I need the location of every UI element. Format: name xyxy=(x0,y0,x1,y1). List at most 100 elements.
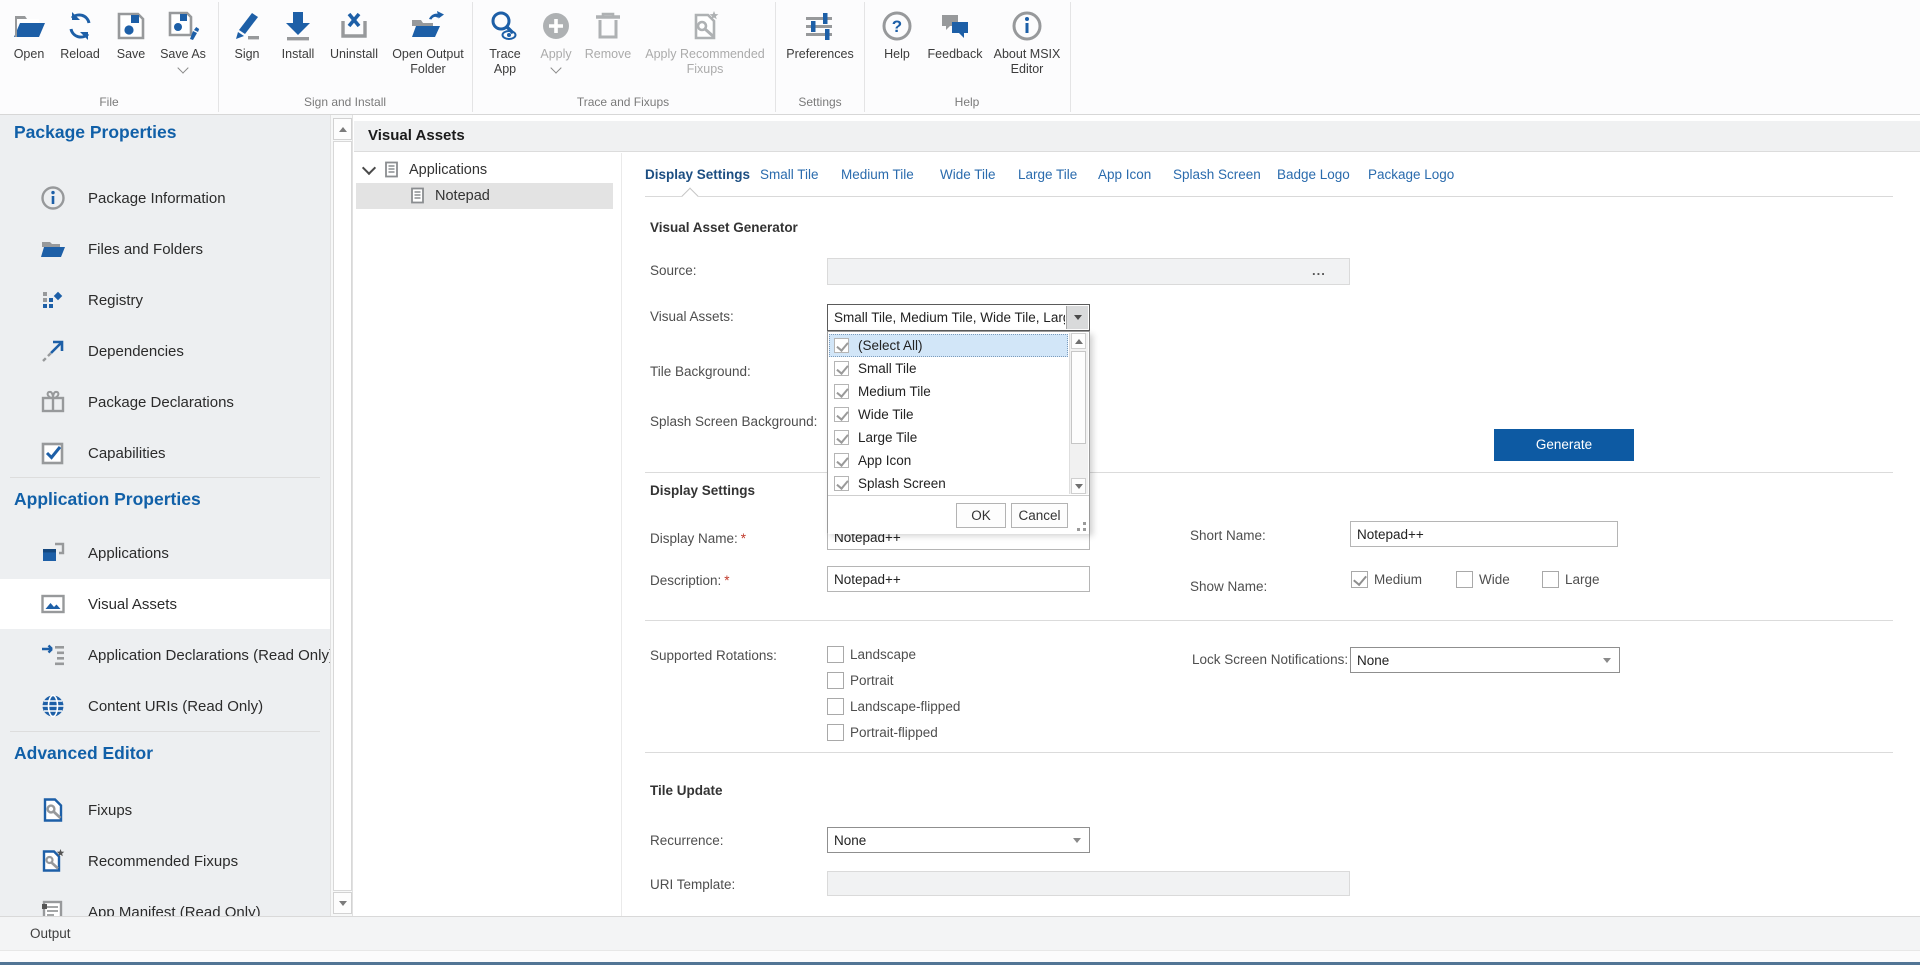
show-name-wide-label: Wide xyxy=(1479,571,1510,588)
tree-node-notepad[interactable]: Notepad xyxy=(356,183,613,209)
dropdown-item-small-tile[interactable]: Small Tile xyxy=(829,357,1068,380)
apply-button[interactable]: Apply xyxy=(533,5,579,72)
dropdown-item-app-icon[interactable]: App Icon xyxy=(829,449,1068,472)
medium-tile-checkbox[interactable] xyxy=(834,384,849,399)
uninstall-icon xyxy=(338,5,370,47)
dropdown-scrollbar[interactable] xyxy=(1069,333,1088,494)
remove-button[interactable]: Remove xyxy=(579,5,637,62)
scroll-down-button[interactable] xyxy=(333,892,352,914)
lock-screen-notifications-dropdown[interactable]: None xyxy=(1350,647,1620,673)
info-circle-icon xyxy=(40,185,66,211)
app-icon-checkbox[interactable] xyxy=(834,453,849,468)
description-input[interactable] xyxy=(827,566,1090,592)
preferences-button[interactable]: Preferences xyxy=(779,5,861,62)
wide-tile-checkbox[interactable] xyxy=(834,407,849,422)
large-tile-checkbox[interactable] xyxy=(834,430,849,445)
tree-expand-icon[interactable] xyxy=(362,161,376,175)
short-name-input[interactable] xyxy=(1350,521,1618,547)
visual-assets-combo[interactable]: Small Tile, Medium Tile, Wide Tile, Larg… xyxy=(827,304,1090,331)
recurrence-value: None xyxy=(834,833,1073,848)
tab-medium-tile[interactable]: Medium Tile xyxy=(841,167,914,182)
dropdown-item-select-all[interactable]: (Select All) xyxy=(829,334,1068,357)
reload-button[interactable]: Reload xyxy=(53,5,107,62)
open-label: Open xyxy=(14,47,45,62)
tab-app-icon[interactable]: App Icon xyxy=(1098,167,1151,182)
preferences-label: Preferences xyxy=(786,47,853,62)
tab-small-tile[interactable]: Small Tile xyxy=(760,167,819,182)
rotation-landscape-flipped-checkbox[interactable] xyxy=(827,698,844,715)
sidebar-item-label: Files and Folders xyxy=(88,241,203,258)
scrollbar-thumb[interactable] xyxy=(1071,351,1086,444)
sign-button[interactable]: Sign xyxy=(221,5,273,62)
open-output-folder-icon xyxy=(410,5,446,47)
uri-template-input[interactable] xyxy=(827,871,1350,896)
tab-splash-screen[interactable]: Splash Screen xyxy=(1173,167,1261,182)
source-input[interactable] xyxy=(827,258,1350,285)
sidebar-item-files-and-folders[interactable]: Files and Folders xyxy=(0,224,330,274)
tab-large-tile[interactable]: Large Tile xyxy=(1018,167,1077,182)
tile-update-heading: Tile Update xyxy=(650,783,723,798)
sidebar-item-content-uris[interactable]: Content URIs (Read Only) xyxy=(0,681,330,731)
scroll-up-button[interactable] xyxy=(333,118,352,140)
dropdown-item-medium-tile[interactable]: Medium Tile xyxy=(829,380,1068,403)
tab-display-settings[interactable]: Display Settings xyxy=(645,167,750,182)
tree-node-applications[interactable]: Applications xyxy=(364,157,487,183)
sidebar-item-package-information[interactable]: Package Information xyxy=(0,173,330,223)
feedback-button[interactable]: Feedback xyxy=(923,5,987,62)
sidebar-item-app-manifest[interactable]: App Manifest (Read Only) xyxy=(0,887,330,916)
scroll-up-icon xyxy=(1075,339,1083,344)
sidebar-item-applications[interactable]: Applications xyxy=(0,528,330,578)
dropdown-item-large-tile[interactable]: Large Tile xyxy=(829,426,1068,449)
section-heading-application-properties: Application Properties xyxy=(14,489,201,510)
show-name-large-checkbox[interactable] xyxy=(1542,571,1559,588)
sidebar-item-dependencies[interactable]: Dependencies xyxy=(0,326,330,376)
scroll-down-button[interactable] xyxy=(1071,478,1086,494)
recurrence-dropdown[interactable]: None xyxy=(827,827,1090,853)
save-as-button[interactable]: Save As xyxy=(151,5,215,72)
scrollbar-thumb[interactable] xyxy=(333,141,352,891)
apply-recommended-fixups-button[interactable]: Apply Recommended Fixups xyxy=(639,5,771,77)
ok-button[interactable]: OK xyxy=(956,503,1006,528)
sidebar-item-recommended-fixups[interactable]: Recommended Fixups xyxy=(0,836,330,886)
save-button[interactable]: Save xyxy=(107,5,155,62)
rotation-portrait-checkbox[interactable] xyxy=(827,672,844,689)
preferences-sliders-icon xyxy=(803,5,837,47)
select-all-checkbox[interactable] xyxy=(834,338,849,353)
resize-grip[interactable] xyxy=(1083,528,1086,531)
show-name-wide-checkbox[interactable] xyxy=(1456,571,1473,588)
help-button[interactable]: ? Help xyxy=(869,5,925,62)
rotation-portrait-flipped-checkbox[interactable] xyxy=(827,724,844,741)
uninstall-button[interactable]: Uninstall xyxy=(323,5,385,62)
dropdown-item-wide-tile[interactable]: Wide Tile xyxy=(829,403,1068,426)
generate-button[interactable]: Generate xyxy=(1494,429,1634,461)
sidebar-item-capabilities[interactable]: Capabilities xyxy=(0,428,330,478)
show-name-medium-checkbox[interactable] xyxy=(1351,571,1368,588)
rotation-landscape-checkbox[interactable] xyxy=(827,646,844,663)
tab-badge-logo[interactable]: Badge Logo xyxy=(1277,167,1350,182)
about-msix-editor-button[interactable]: About MSIX Editor xyxy=(985,5,1069,77)
sidebar-item-registry[interactable]: Registry xyxy=(0,275,330,325)
sidebar-item-package-declarations[interactable]: Package Declarations xyxy=(0,377,330,427)
tab-package-logo[interactable]: Package Logo xyxy=(1368,167,1454,182)
browse-button[interactable]: ... xyxy=(1312,263,1326,278)
sidebar-item-label: Capabilities xyxy=(88,445,166,462)
tab-wide-tile[interactable]: Wide Tile xyxy=(940,167,996,182)
combo-dropdown-button[interactable] xyxy=(1066,306,1088,329)
install-button[interactable]: Install xyxy=(271,5,325,62)
dropdown-item-splash-screen[interactable]: Splash Screen xyxy=(829,472,1068,495)
sidebar-item-fixups[interactable]: Fixups xyxy=(0,785,330,835)
splash-screen-checkbox[interactable] xyxy=(834,476,849,491)
rotation-portrait-label: Portrait xyxy=(850,672,894,689)
open-button[interactable]: Open xyxy=(6,5,52,62)
output-panel-bar[interactable]: Output xyxy=(0,916,1920,950)
feedback-label: Feedback xyxy=(928,47,983,62)
cancel-button[interactable]: Cancel xyxy=(1011,503,1068,528)
trace-app-button[interactable]: Trace App xyxy=(477,5,533,77)
sidebar-item-application-declarations[interactable]: Application Declarations (Read Only) xyxy=(0,630,330,680)
sidebar-scrollbar[interactable] xyxy=(330,115,353,916)
sidebar-item-visual-assets[interactable]: Visual Assets xyxy=(0,579,330,629)
small-tile-checkbox[interactable] xyxy=(834,361,849,376)
sidebar-divider xyxy=(10,477,320,478)
open-output-folder-button[interactable]: Open Output Folder xyxy=(387,5,469,77)
scroll-up-button[interactable] xyxy=(1071,333,1086,349)
